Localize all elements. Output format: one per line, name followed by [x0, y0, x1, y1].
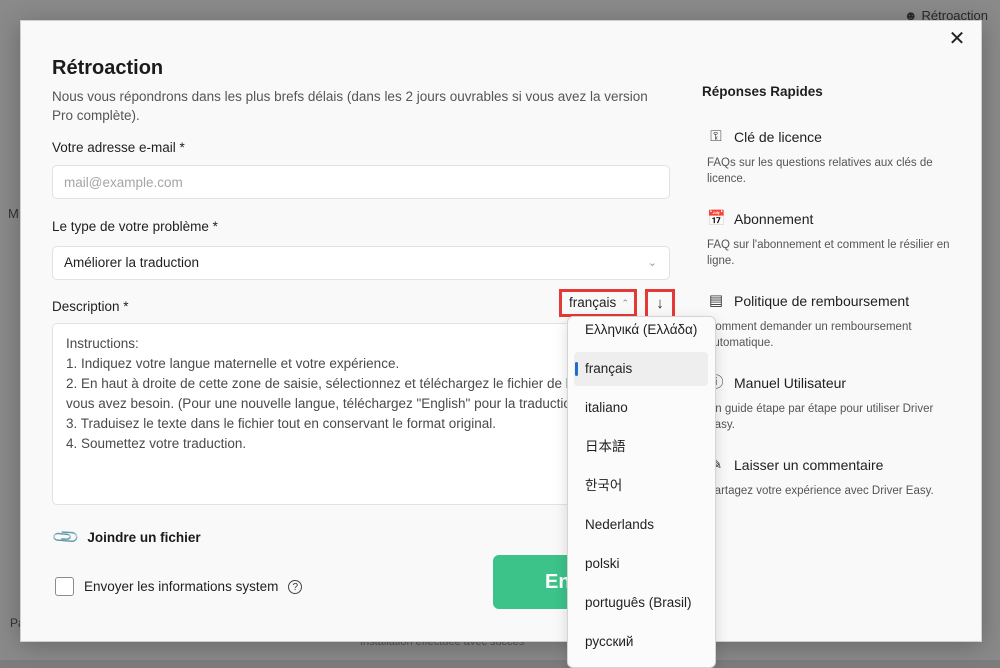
dialog-subtitle: Nous vous répondrons dans les plus brefs… [52, 89, 648, 123]
download-language-file-button[interactable]: ↓ [645, 289, 675, 319]
language-option[interactable]: русский [574, 625, 708, 659]
quick-item-title: Politique de remboursement [734, 293, 910, 309]
system-info-label: Envoyer les informations system [84, 579, 279, 594]
quick-item-refund-policy[interactable]: ▤ Politique de remboursement Comment dem… [707, 292, 967, 351]
quick-item-title: Laisser un commentaire [734, 457, 884, 473]
close-icon[interactable]: ✕ [947, 29, 967, 49]
attach-file-label: Joindre un fichier [87, 530, 201, 545]
description-label: Description * [52, 299, 129, 314]
quick-answers-title: Réponses Rapides [702, 84, 823, 99]
quick-item-desc: Un guide étape par étape pour utiliser D… [707, 403, 934, 431]
key-icon: ⚿ [710, 128, 722, 145]
language-option[interactable]: Ελληνικά (Ελλάδα) [574, 317, 708, 347]
attach-file-button[interactable]: 📎 Joindre un fichier [51, 522, 201, 552]
language-option[interactable]: 日本語 [574, 430, 708, 464]
language-option[interactable]: Nederlands [574, 508, 708, 542]
language-dropdown: Ελληνικά (Ελλάδα) français italiano 日本語 … [567, 316, 716, 668]
language-option[interactable]: 한국어 [574, 469, 708, 503]
quick-item-title: Abonnement [734, 211, 814, 227]
paperclip-icon: 📎 [50, 522, 81, 553]
quick-item-desc: FAQs sur les questions relatives aux clé… [707, 157, 933, 185]
system-info-option: Envoyer les informations system ? [55, 577, 303, 596]
email-field[interactable] [52, 165, 670, 199]
dialog-title: Rétroaction [52, 57, 164, 79]
problem-type-label: Le type de votre problème * [52, 219, 218, 234]
refund-icon: ▤ [708, 292, 724, 309]
quick-item-title: Manuel Utilisateur [734, 375, 847, 391]
chevron-up-icon: ⌃ [621, 298, 629, 308]
language-option[interactable]: português (Brasil) [574, 586, 708, 620]
download-icon: ↓ [656, 295, 664, 312]
quick-item-user-manual[interactable]: ⓘ Manuel Utilisateur Un guide étape par … [707, 374, 967, 433]
language-select[interactable]: français ⌃ [559, 289, 637, 317]
language-option[interactable]: polski [574, 547, 708, 581]
quick-item-title: Clé de licence [734, 129, 822, 145]
quick-item-subscription[interactable]: 📅 Abonnement FAQ sur l'abonnement et com… [707, 210, 967, 269]
quick-item-desc: Comment demander un remboursement automa… [707, 321, 912, 349]
language-option-selected[interactable]: français [574, 352, 708, 386]
quick-item-license-key[interactable]: ⚿ Clé de licence FAQs sur les questions … [707, 128, 967, 187]
problem-type-select[interactable]: Améliorer la traduction ⌄ [52, 246, 670, 280]
quick-item-leave-comment[interactable]: ✎ Laisser un commentaire Partagez votre … [707, 456, 967, 499]
chevron-down-icon: ⌄ [647, 257, 657, 269]
background-side-text: M [8, 206, 19, 221]
problem-type-value: Améliorer la traduction [64, 255, 200, 270]
feedback-dialog: ✕ Rétroaction Nous vous répondrons dans … [20, 20, 982, 642]
calendar-check-icon: 📅 [707, 210, 726, 227]
language-select-value: français [569, 295, 617, 310]
help-icon[interactable]: ? [288, 579, 303, 594]
quick-item-desc: Partagez votre expérience avec Driver Ea… [707, 485, 934, 497]
quick-item-desc: FAQ sur l'abonnement et comment le résil… [707, 239, 950, 267]
system-info-checkbox[interactable] [55, 577, 74, 596]
email-label: Votre adresse e-mail * [52, 140, 185, 155]
language-option[interactable]: italiano [574, 391, 708, 425]
